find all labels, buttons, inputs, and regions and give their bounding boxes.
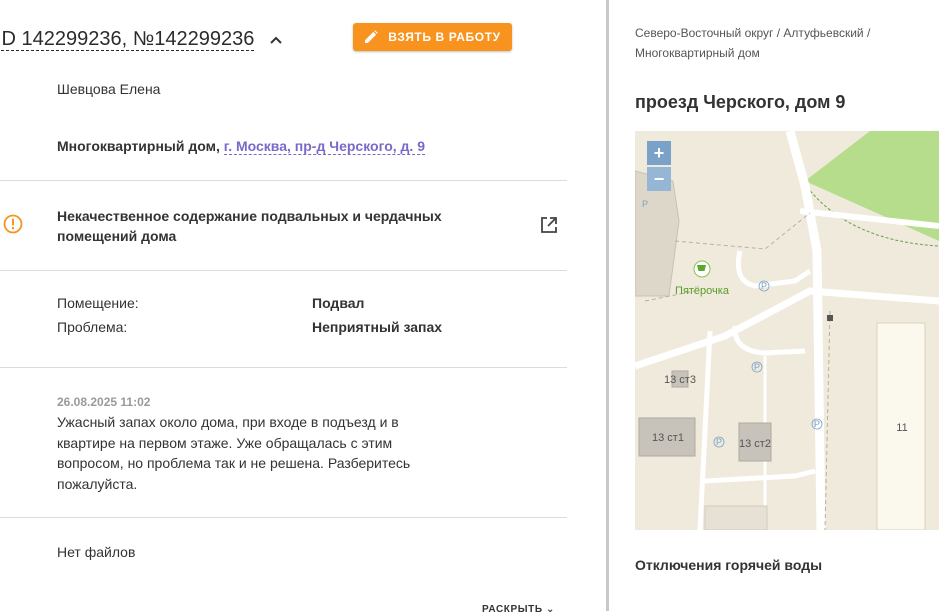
ticket-id[interactable]: ID 142299236, №142299236: [0, 28, 255, 51]
problem-title: Некачественное содержание подвальных и ч…: [57, 208, 442, 244]
hot-water-outages-title: Отключения горячей воды: [635, 557, 823, 573]
building-label: 13 ст1: [652, 432, 684, 444]
external-link-icon[interactable]: [539, 215, 559, 235]
object-type: Многоквартирный дом,: [57, 138, 220, 154]
take-to-work-label: ВЗЯТЬ В РАБОТУ: [388, 30, 501, 44]
poi-icon: [827, 315, 833, 321]
parking-icon: P: [716, 437, 722, 447]
pencil-icon: [365, 30, 379, 43]
ticket-panel: ID 142299236, №142299236 ВЗЯТЬ В РАБОТУ …: [0, 0, 567, 615]
breadcrumb: Северо-Восточный округ / Алтуфьевский / …: [635, 26, 871, 60]
no-files-label: Нет файлов: [57, 544, 136, 560]
parking-icon: P: [761, 281, 767, 291]
divider: [0, 270, 567, 271]
address-link[interactable]: г. Москва, пр-д Черского, д. 9: [223, 138, 425, 155]
divider: [0, 180, 567, 181]
warning-icon: [3, 214, 23, 234]
field-label-room: Помещение:: [57, 295, 139, 311]
applicant-name: Шевцова Елена: [57, 81, 161, 97]
chevron-up-icon[interactable]: [268, 32, 284, 48]
field-label-problem: Проблема:: [57, 319, 128, 335]
expand-label: РАСКРЫТЬ: [482, 604, 543, 615]
building-label: 13 ст3: [664, 374, 696, 386]
take-to-work-button[interactable]: ВЗЯТЬ В РАБОТУ: [353, 23, 512, 51]
zoom-in-button[interactable]: +: [647, 141, 671, 165]
comment-date: 26.08.2025 11:02: [57, 395, 151, 409]
field-value-room: Подвал: [312, 295, 365, 311]
info-sidebar: Северо-Восточный округ / Алтуфьевский / …: [609, 0, 939, 611]
parking-icon: P: [814, 419, 820, 429]
parking-icon: P: [642, 199, 648, 209]
house-title: проезд Черского, дом 9: [635, 92, 846, 112]
comment-text: Ужасный запах около дома, при входе в по…: [57, 414, 411, 492]
map-canvas[interactable]: Пятёрочка 13 ст3 13 ст1 13 ст2 11 P P P …: [635, 131, 939, 530]
parking-icon: P: [754, 362, 760, 372]
chevron-down-icon: ⌄: [546, 604, 556, 615]
divider: [0, 517, 567, 518]
store-label: Пятёрочка: [675, 285, 730, 297]
divider: [0, 367, 567, 368]
expand-button[interactable]: РАСКРЫТЬ ⌄: [482, 604, 555, 615]
map[interactable]: Пятёрочка 13 ст3 13 ст1 13 ст2 11 P P P …: [635, 131, 939, 530]
building-label: 11: [896, 422, 907, 434]
object-line: Многоквартирный дом, г. Москва, пр-д Чер…: [57, 138, 425, 155]
building-label: 13 ст2: [739, 438, 771, 450]
field-value-problem: Неприятный запах: [312, 319, 443, 335]
zoom-out-button[interactable]: −: [647, 167, 671, 191]
